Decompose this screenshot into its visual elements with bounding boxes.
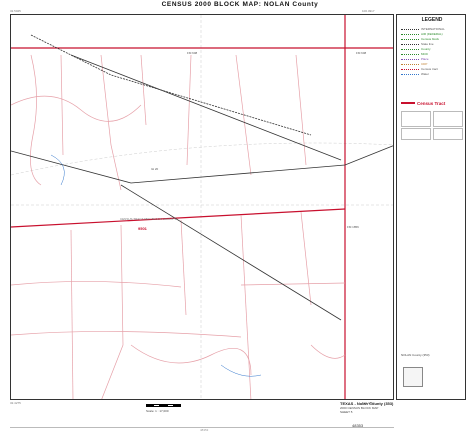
block-line bbox=[240, 282, 346, 286]
legend-entry: County bbox=[401, 47, 431, 51]
legend-entry: Water bbox=[401, 72, 429, 76]
county-code: NOLAN County (353) bbox=[401, 353, 430, 357]
block-line bbox=[60, 54, 64, 156]
road-label: IH 20 bbox=[151, 167, 159, 171]
block-line bbox=[300, 211, 312, 306]
scale-note: Scale: 1 : 17,000 bbox=[146, 409, 169, 413]
graticule-curve bbox=[11, 142, 393, 176]
map-title: CENSUS 2000 BLOCK MAP: NOLAN County bbox=[161, 1, 319, 8]
coord-label: 100.4917 bbox=[362, 9, 375, 13]
stream bbox=[220, 364, 262, 377]
sheet-code: 48353 bbox=[200, 428, 209, 432]
block-line bbox=[11, 331, 242, 338]
graticule-lines bbox=[11, 15, 393, 399]
legend-panel: LEGEND INTERNATIONAL AIR (FEDERAL) Censu… bbox=[396, 14, 466, 400]
legend-entry: Census block bbox=[401, 37, 439, 41]
block-line bbox=[140, 54, 147, 126]
block-line bbox=[11, 281, 182, 288]
roads bbox=[11, 34, 393, 321]
legend-entry: AIR (FEDERAL) bbox=[401, 32, 443, 36]
block-line bbox=[235, 54, 252, 176]
railroad bbox=[30, 34, 312, 136]
block-line bbox=[310, 344, 346, 359]
legend-box bbox=[433, 111, 463, 127]
block-line bbox=[30, 54, 42, 186]
legend-entry: Place bbox=[401, 57, 429, 61]
road-ih20 bbox=[11, 145, 393, 184]
tract-boundaries bbox=[11, 15, 393, 399]
coord-label: 32.5025 bbox=[10, 9, 21, 13]
area-label: CENSUS TRACT 9501 BLOCK GROUP 1 bbox=[120, 217, 177, 221]
legend-entry: Census tract bbox=[401, 67, 438, 71]
legend-entry: INTERNATIONAL bbox=[401, 27, 445, 31]
legend-entry: CDP bbox=[401, 62, 427, 66]
block-line bbox=[240, 214, 252, 399]
sheet-info: TEXAS - Nolan County (353) 2000 CENSUS B… bbox=[340, 402, 420, 415]
block-line bbox=[70, 229, 74, 399]
stream bbox=[50, 154, 65, 186]
legend-entry: State line bbox=[401, 42, 434, 46]
locator-map bbox=[403, 367, 423, 387]
scale-bar bbox=[146, 404, 184, 407]
coord-label: 32.4275 bbox=[10, 401, 21, 405]
block-line bbox=[101, 224, 124, 399]
block-line bbox=[100, 54, 122, 191]
tract-boundary-mid bbox=[11, 208, 346, 228]
census-tract-label: Census Tract bbox=[417, 101, 446, 106]
legend-entry: MCD bbox=[401, 52, 428, 56]
legend-box bbox=[433, 128, 463, 140]
streams bbox=[50, 154, 262, 377]
block-boundaries bbox=[11, 54, 346, 399]
block-line bbox=[130, 344, 252, 376]
road-label: FM 608 bbox=[356, 51, 367, 55]
block-line bbox=[180, 219, 187, 316]
road-label: FM 1856 bbox=[347, 225, 359, 229]
legend-box bbox=[401, 128, 431, 140]
map-sheet: CENSUS 2000 BLOCK MAP: NOLAN County FM 6… bbox=[0, 0, 474, 434]
block-line bbox=[11, 95, 142, 122]
block-line bbox=[295, 54, 307, 166]
legend-title: LEGEND bbox=[421, 17, 443, 23]
block-line bbox=[186, 54, 192, 166]
block-number: 9501 bbox=[138, 226, 147, 231]
road-label: FM 608 bbox=[187, 51, 198, 55]
map-frame: FM 608 FM 608 IH 20 FM 1856 bbox=[10, 14, 394, 400]
census-map bbox=[11, 15, 393, 399]
sheet-info-number: SHEET 5 bbox=[340, 410, 353, 414]
legend-box bbox=[401, 111, 431, 127]
tract-swatch bbox=[401, 102, 415, 104]
